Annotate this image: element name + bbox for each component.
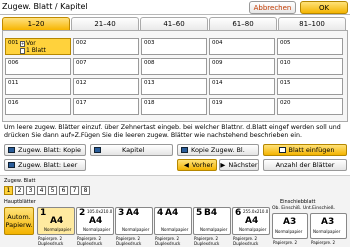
arrow-right-icon: ▶ — [220, 161, 226, 169]
copy-sheet-button[interactable]: Kopie Zugew. Bl. — [177, 144, 259, 156]
paper-tray-1[interactable]: 1 A4 Normalpapier — [37, 207, 75, 235]
sheet-cell-004[interactable]: 004 — [209, 38, 275, 55]
tray5-duplex: Duplexdruck — [194, 241, 220, 246]
sheet-cell-009[interactable]: 009 — [209, 58, 275, 75]
assigned-sheet-label: Zugew. Blatt — [4, 178, 36, 184]
sheet-cell-012[interactable]: 012 — [73, 78, 139, 95]
tab-21-40[interactable]: 21–40 — [71, 17, 139, 30]
sheet-number-7[interactable]: 7 — [70, 186, 79, 195]
paper-tray-3[interactable]: 3 A4 Normalpapier — [115, 207, 153, 235]
blank-sheet-copy-button[interactable]: Zugew. Blatt: Kopie — [4, 144, 86, 156]
blank-sheet-icon — [20, 47, 25, 54]
sheet-number-4[interactable]: 4 — [37, 186, 46, 195]
paper-tray-5[interactable]: 5 B4 Normalpapier — [193, 207, 231, 235]
sheet-number-1[interactable]: 1 — [4, 186, 13, 195]
previous-button[interactable]: ◀ Vorher — [177, 159, 217, 171]
lower-insert-tray[interactable]: A3 Normalpapier — [310, 213, 347, 239]
blank-sheet-empty-button[interactable]: Zugew. Blatt: Leer — [4, 159, 86, 171]
chapter-icon — [94, 147, 101, 153]
next-button[interactable]: ▶ Nächster — [219, 159, 259, 171]
upper-insert-info: Papierpre. 2 — [273, 240, 298, 245]
sheet-count-label: 1 Blatt — [20, 47, 46, 54]
sheet-cell-011[interactable]: 011 — [5, 78, 71, 95]
sheet-cell-008[interactable]: 008 — [141, 58, 207, 75]
insert-before-label: + Vor — [20, 40, 36, 47]
sheet-count-button[interactable]: Anzahl der Blätter — [263, 159, 347, 171]
sheet-cell-003[interactable]: 003 — [141, 38, 207, 55]
tray3-duplex: Duplexdruck — [116, 241, 142, 246]
paper-tray-4[interactable]: 4 A4 Normalpapier — [154, 207, 192, 235]
sheet-cell-001[interactable]: 001 + Vor 1 Blatt — [5, 38, 71, 55]
insert-sheet-icon — [278, 147, 286, 153]
sheet-cell-016[interactable]: 016 — [5, 98, 71, 115]
paper-tray-2[interactable]: 2 105.0x210.0 A4 Normalpapier — [76, 207, 114, 235]
ok-button[interactable]: OK — [300, 1, 348, 14]
tab-1-20[interactable]: 1–20 — [2, 17, 70, 30]
sheet-cell-020[interactable]: 020 — [277, 98, 343, 115]
sheet-cell-002[interactable]: 002 — [73, 38, 139, 55]
sheet-cell-019[interactable]: 019 — [209, 98, 275, 115]
copy-sheet-icon — [181, 147, 188, 153]
insert-sheet-label: Einschiebblatt — [280, 199, 316, 205]
tray2-duplex: Duplexdruck — [77, 241, 103, 246]
sheet-cell-018[interactable]: 018 — [141, 98, 207, 115]
chapter-button[interactable]: Kapitel — [90, 144, 173, 156]
sheet-cell-015[interactable]: 015 — [277, 78, 343, 95]
sheet-cell-014[interactable]: 014 — [209, 78, 275, 95]
tray6-duplex: Duplexdruck — [233, 241, 259, 246]
tray4-duplex: Duplexdruck — [155, 241, 181, 246]
sheet-number-2[interactable]: 2 — [15, 186, 24, 195]
tray-insert-header: Ob. Einschiß. Unt.Einschieß. — [272, 206, 336, 211]
sheet-number-8[interactable]: 8 — [81, 186, 90, 195]
paper-tray-6[interactable]: 6 255.0x210.0 A4 Normalpapier — [232, 207, 270, 235]
sheet-copy-icon — [8, 147, 15, 153]
cell-number: 001 — [8, 40, 19, 46]
tab-81-100[interactable]: 81–100 — [278, 17, 346, 30]
tray1-duplex: Duplexdruck — [38, 241, 64, 246]
sheet-cell-007[interactable]: 007 — [73, 58, 139, 75]
sheet-cell-013[interactable]: 013 — [141, 78, 207, 95]
auto-paper-select-button[interactable]: Autom. Papierw. — [4, 207, 34, 235]
sheet-cell-006[interactable]: 006 — [5, 58, 71, 75]
sheet-number-3[interactable]: 3 — [26, 186, 35, 195]
lower-insert-info: Papierpre. 2 — [311, 240, 336, 245]
blank-sheet-icon — [8, 162, 15, 168]
upper-insert-tray[interactable]: A3 Normalpapier — [272, 213, 308, 239]
sheet-cell-010[interactable]: 010 — [277, 58, 343, 75]
sheet-number-6[interactable]: 6 — [59, 186, 68, 195]
tab-41-60[interactable]: 41–60 — [140, 17, 208, 30]
dialog-title: Zugew. Blatt / Kapitel — [2, 2, 88, 11]
sheet-cell-017[interactable]: 017 — [73, 98, 139, 115]
insert-sheet-button[interactable]: Blatt einfügen — [263, 144, 347, 156]
main-sheets-label: Hauptblätter — [4, 199, 36, 205]
sheet-cell-005[interactable]: 005 — [277, 38, 343, 55]
tab-61-80[interactable]: 61–80 — [209, 17, 277, 30]
sheet-icon: + — [20, 40, 25, 47]
paper-size: A4 — [50, 216, 64, 226]
cancel-button[interactable]: Abbrechen — [249, 1, 296, 14]
help-text: Um leere zugew. Blätter einzuf. über Zeh… — [4, 124, 341, 139]
arrow-left-icon: ◀ — [183, 161, 189, 169]
sheet-number-5[interactable]: 5 — [48, 186, 57, 195]
